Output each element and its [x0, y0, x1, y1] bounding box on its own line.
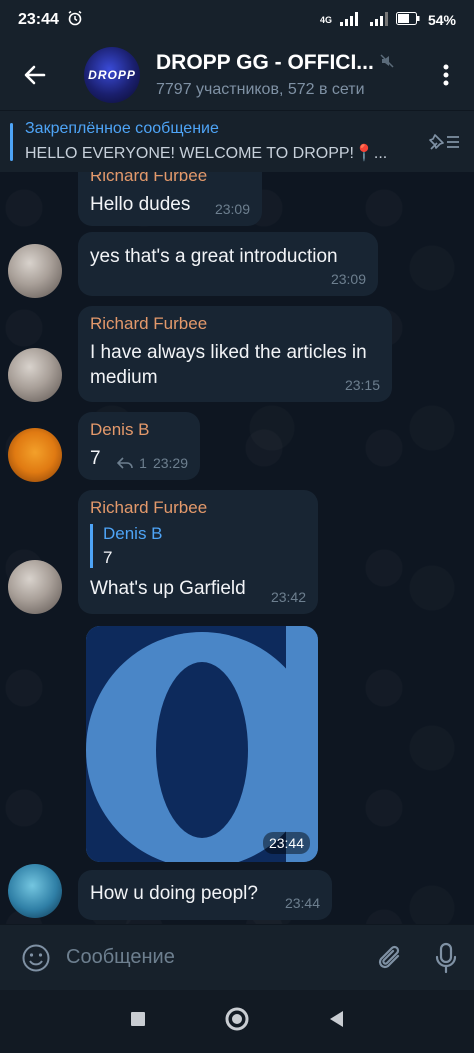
message-composer: [0, 924, 474, 990]
message-bubble[interactable]: Richard Furbee Hello dudes 23:09: [78, 172, 262, 226]
microphone-icon: [435, 942, 457, 973]
home-button[interactable]: [224, 1006, 250, 1037]
message-time: 23:44: [284, 895, 320, 911]
back-nav-button[interactable]: [327, 1009, 345, 1034]
reply-quote[interactable]: Denis B 7: [90, 524, 306, 568]
pinned-list-button[interactable]: [414, 131, 474, 153]
image-message[interactable]: 23:44: [86, 626, 318, 862]
avatar[interactable]: [8, 244, 62, 298]
attach-button[interactable]: [362, 943, 418, 973]
reply-text: 7: [103, 548, 113, 567]
message-list[interactable]: Richard Furbee Hello dudes 23:09 yes tha…: [0, 172, 474, 924]
circle-icon: [225, 1007, 249, 1031]
paperclip-icon: [378, 945, 400, 968]
message-time: 23:15: [344, 377, 380, 393]
recents-button[interactable]: [129, 1010, 147, 1033]
back-button[interactable]: [0, 40, 70, 110]
triangle-back-icon: [330, 1011, 344, 1027]
emoji-button[interactable]: [6, 943, 66, 973]
arrow-left-icon: [24, 65, 46, 85]
status-bar: 23:44 4G 54%: [0, 0, 474, 40]
message-bubble[interactable]: Richard Furbee I have always liked the a…: [78, 306, 392, 402]
message-time: 23:42: [270, 589, 306, 605]
chat-members: 7797 участников, 572 в сети: [156, 81, 365, 98]
message-input[interactable]: [66, 946, 362, 969]
muted-icon: [380, 53, 394, 73]
message-time: 23:09: [330, 271, 366, 287]
message-sender: Richard Furbee: [90, 172, 208, 185]
pin-indicator: [10, 122, 13, 161]
signal-2-icon: [369, 11, 388, 29]
square-icon: [130, 1012, 145, 1026]
message-sender: Richard Furbee: [90, 314, 208, 333]
battery-icon: [395, 12, 420, 28]
pinned-text: HELLO EVERYONE! WELCOME TO DROPP!📍...: [25, 145, 388, 162]
chat-header: DROPP DROPP GG - OFFICI... 7797 участник…: [0, 40, 474, 110]
status-icons: 4G 54%: [319, 11, 456, 29]
avatar[interactable]: [8, 428, 62, 482]
reply-icon: [117, 457, 133, 469]
message-sender: Richard Furbee: [90, 498, 208, 517]
smiley-icon: [22, 944, 50, 971]
pin-list-icon: [429, 133, 459, 150]
message-time: 23:44: [262, 832, 310, 854]
message-time: 23:09: [214, 201, 250, 217]
chat-avatar[interactable]: DROPP: [84, 47, 140, 103]
more-vertical-icon: [443, 64, 449, 86]
pinned-message[interactable]: Закреплённое сообщение HELLO EVERYONE! W…: [0, 110, 474, 172]
status-time: 23:44: [18, 11, 59, 28]
message-time: 23:29: [152, 455, 188, 471]
avatar[interactable]: [8, 864, 62, 918]
chat-title: DROPP GG - OFFICI...: [156, 51, 374, 74]
signal-icon: [339, 11, 362, 29]
more-menu-button[interactable]: [418, 40, 474, 110]
message-sender: Denis B: [90, 420, 150, 439]
reply-count: 1: [139, 455, 147, 471]
system-nav-bar: [0, 990, 474, 1053]
message-bubble[interactable]: How u doing peopl? 23:44: [78, 870, 332, 920]
avatar[interactable]: [8, 348, 62, 402]
message-text: yes that's a great introduction: [90, 246, 338, 267]
chat-info[interactable]: DROPP GG - OFFICI... 7797 участников, 57…: [156, 51, 418, 99]
message-bubble[interactable]: Denis B 7 1 23:29: [78, 412, 200, 480]
message-bubble[interactable]: yes that's a great introduction 23:09: [78, 232, 378, 296]
network-type: 4G: [319, 15, 332, 25]
alarm-icon: [67, 10, 83, 31]
chat-avatar-logo: DROPP: [88, 68, 136, 82]
avatar[interactable]: [8, 560, 62, 614]
battery-level: 54%: [427, 12, 456, 28]
pinned-title: Закреплённое сообщение: [25, 120, 219, 137]
message-bubble[interactable]: Richard Furbee Denis B 7 What's up Garfi…: [78, 490, 318, 614]
voice-button[interactable]: [418, 942, 474, 974]
reply-sender: Denis B: [103, 524, 163, 543]
image-content: [86, 626, 318, 862]
